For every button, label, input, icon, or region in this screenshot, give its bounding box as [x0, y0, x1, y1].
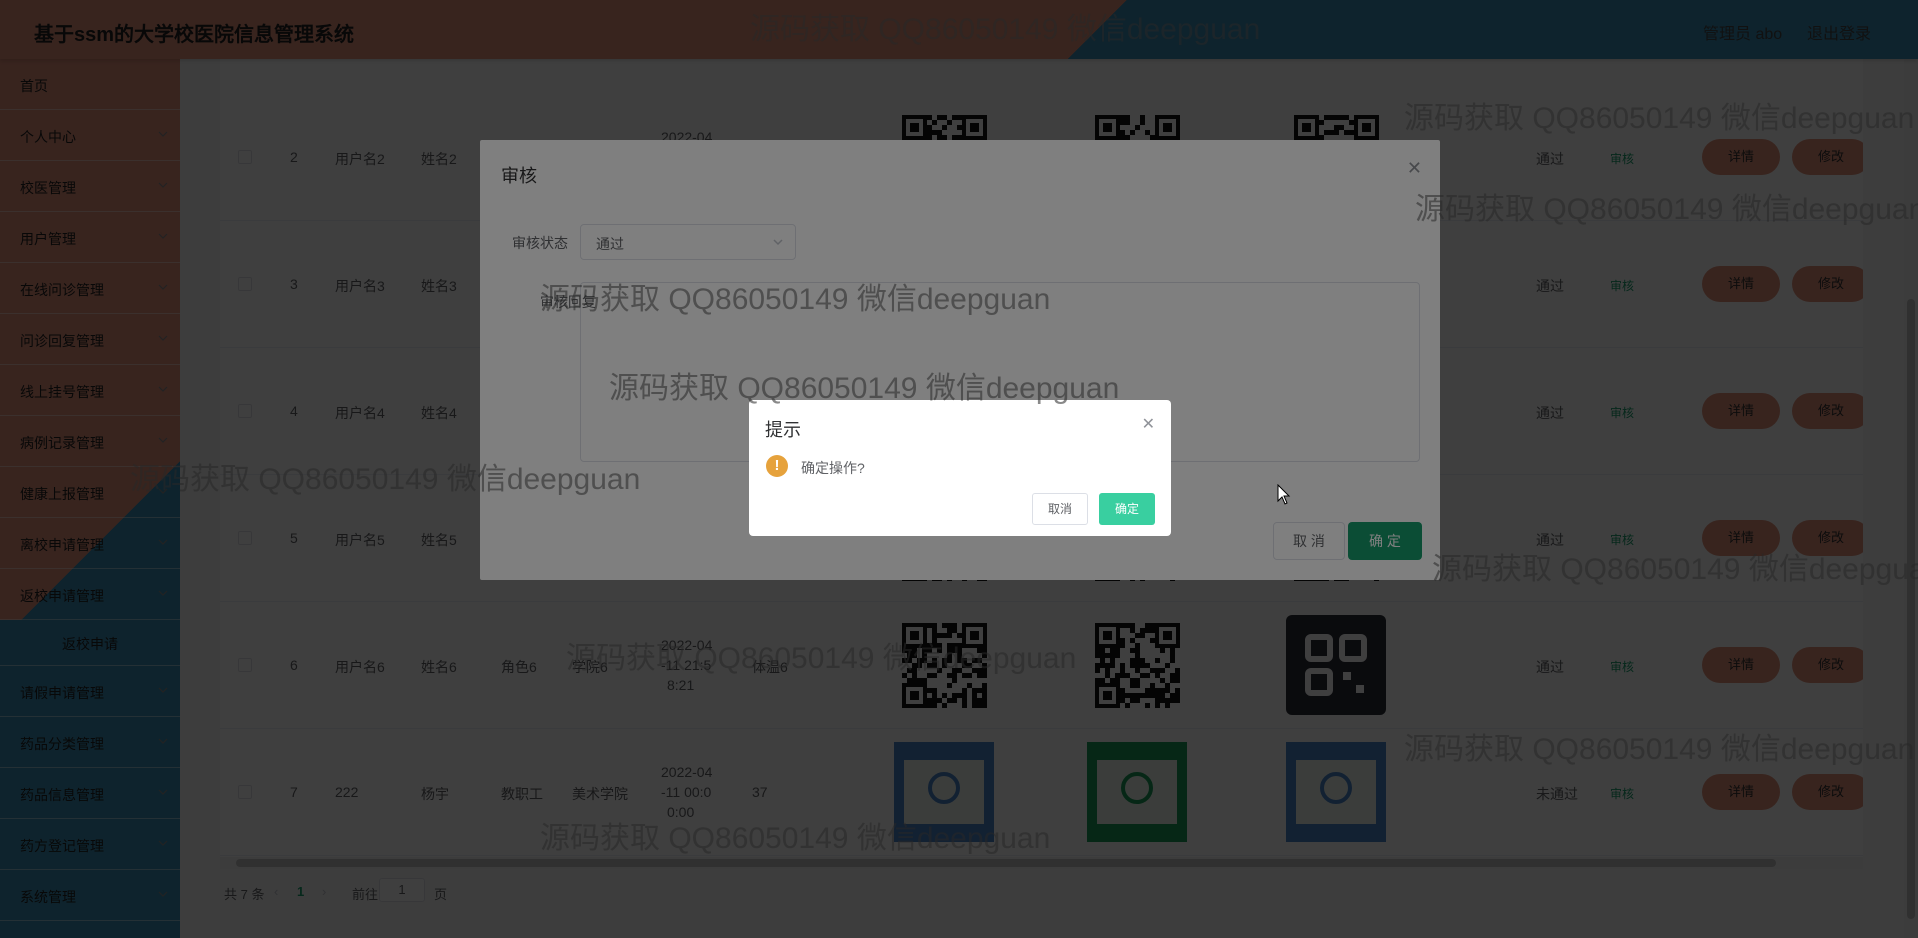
- confirm-ok-button[interactable]: 确定: [1099, 493, 1155, 525]
- confirm-cancel-button[interactable]: 取消: [1032, 493, 1088, 525]
- confirm-title: 提示: [765, 420, 801, 440]
- mouse-cursor-icon: [1277, 483, 1291, 509]
- close-icon[interactable]: ✕: [1142, 414, 1155, 434]
- confirm-message: 确定操作?: [801, 460, 865, 476]
- confirm-dialog: 提示 ✕ ! 确定操作? 取消 确定: [749, 400, 1171, 536]
- warning-icon: !: [766, 455, 788, 477]
